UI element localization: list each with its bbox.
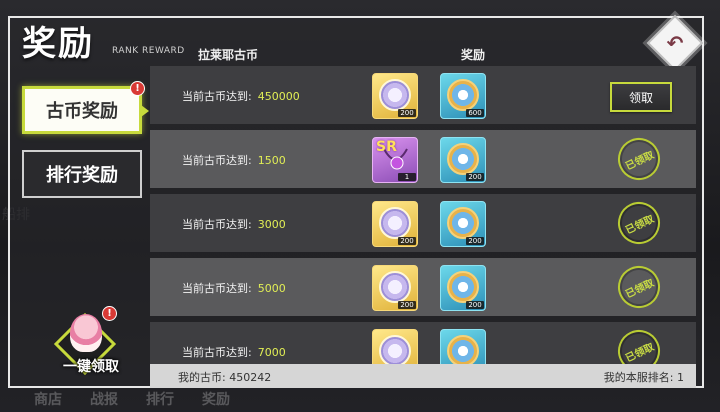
alert-badge-icon: !	[130, 81, 145, 96]
row-threshold: 1500	[257, 154, 286, 167]
blue-compass-icon	[447, 271, 479, 303]
reward-row: 当前古币达到: 5000 200 200 已领取	[150, 258, 696, 316]
reward-row: 当前古币达到: 1500 SR 1 200 已领取	[150, 130, 696, 188]
gold-disc-icon	[379, 79, 411, 111]
reward-row: 当前古币达到: 3000 200 200 已领取	[150, 194, 696, 252]
item-quantity: 200	[466, 173, 484, 181]
sr-rarity-label: SR	[376, 139, 397, 155]
gold-disc-icon	[379, 271, 411, 303]
claimed-stamp: 已领取	[611, 323, 667, 364]
rank-value: 1	[677, 371, 684, 384]
bottom-nav-item: 战报	[90, 392, 118, 408]
one-key-label: 一键领取	[63, 359, 119, 375]
tab-label: 古币奖励	[46, 101, 118, 122]
rank-label: 我的本服排名:	[603, 371, 674, 384]
reward-row: 当前古币达到: 450000 200 600 领取	[150, 66, 696, 124]
row-threshold: 450000	[257, 90, 300, 103]
row-prefix: 当前古币达到:	[182, 218, 252, 231]
character-avatar-icon	[70, 314, 102, 352]
reward-item-blue-compass[interactable]: 200	[440, 201, 486, 247]
row-prefix: 当前古币达到:	[182, 282, 252, 295]
row-prefix: 当前古币达到:	[182, 90, 252, 103]
tab-rank-reward[interactable]: 排行奖励	[22, 150, 142, 198]
back-button[interactable]: ↶	[646, 14, 704, 72]
reward-item-gold-disc[interactable]: 200	[372, 201, 418, 247]
back-arrow-icon: ↶	[666, 31, 684, 55]
tab-label: 排行奖励	[46, 165, 118, 186]
coins-value: 450242	[229, 371, 272, 384]
claim-button[interactable]: 领取	[610, 82, 672, 112]
bottom-nav-item: 奖励	[202, 392, 230, 408]
item-quantity: 200	[466, 301, 484, 309]
item-quantity: 200	[398, 301, 416, 309]
bottom-nav: 商店 战报 排行 奖励	[0, 386, 720, 412]
row-prefix: 当前古币达到:	[182, 154, 252, 167]
tab-coin-reward[interactable]: 古币奖励 !	[22, 81, 149, 134]
item-quantity: 200	[398, 237, 416, 245]
gold-disc-icon	[379, 207, 411, 239]
item-quantity: 200	[398, 109, 416, 117]
row-prefix: 当前古币达到:	[182, 346, 252, 359]
column-header-reward: 奖励	[461, 48, 486, 62]
bottom-nav-item: 商店	[34, 392, 62, 408]
reward-item-gold-disc[interactable]: 200	[372, 73, 418, 119]
bottom-nav-item: 排行	[146, 392, 174, 408]
reward-row: 当前古币达到: 7000 已领取	[150, 322, 696, 364]
blue-compass-icon	[447, 207, 479, 239]
alert-badge-icon: !	[102, 306, 117, 321]
reward-item-blue-compass[interactable]: 600	[440, 73, 486, 119]
row-threshold: 7000	[257, 346, 286, 359]
row-label: 当前古币达到: 5000	[182, 280, 286, 296]
row-threshold: 3000	[257, 218, 286, 231]
row-threshold: 5000	[257, 282, 286, 295]
claimed-stamp: 已领取	[611, 131, 667, 187]
blue-compass-icon	[447, 335, 479, 364]
my-rank: 我的本服排名: 1	[604, 369, 684, 385]
blue-compass-icon	[447, 79, 479, 111]
row-label: 当前古币达到: 7000	[182, 344, 286, 360]
one-key-claim-button[interactable]: ! 一键领取	[50, 306, 120, 380]
page-title: 奖励	[22, 24, 94, 64]
claimed-stamp: 已领取	[611, 195, 667, 251]
claimed-stamp: 已领取	[611, 259, 667, 315]
reward-item-sr-necklace[interactable]: SR 1	[372, 137, 418, 183]
reward-item-gold-disc[interactable]: 200	[372, 265, 418, 311]
footer-bar: 我的古币: 450242 我的本服排名: 1	[150, 364, 696, 388]
row-label: 当前古币达到: 3000	[182, 216, 286, 232]
gold-disc-icon	[379, 335, 411, 364]
reward-item-blue-compass[interactable]	[440, 329, 486, 364]
my-coins: 我的古币: 450242	[178, 369, 271, 385]
reward-item-gold-disc[interactable]	[372, 329, 418, 364]
reward-item-blue-compass[interactable]: 200	[440, 137, 486, 183]
item-quantity: 200	[466, 237, 484, 245]
page-subtitle: RANK REWARD	[112, 46, 185, 56]
item-quantity: 1	[398, 173, 416, 181]
item-quantity: 600	[466, 109, 484, 117]
column-header-currency: 拉莱耶古币	[198, 48, 259, 62]
row-label: 当前古币达到: 1500	[182, 152, 286, 168]
blue-compass-icon	[447, 143, 479, 175]
row-label: 当前古币达到: 450000	[182, 88, 300, 104]
coins-label: 我的古币:	[178, 371, 226, 384]
reward-item-blue-compass[interactable]: 200	[440, 265, 486, 311]
